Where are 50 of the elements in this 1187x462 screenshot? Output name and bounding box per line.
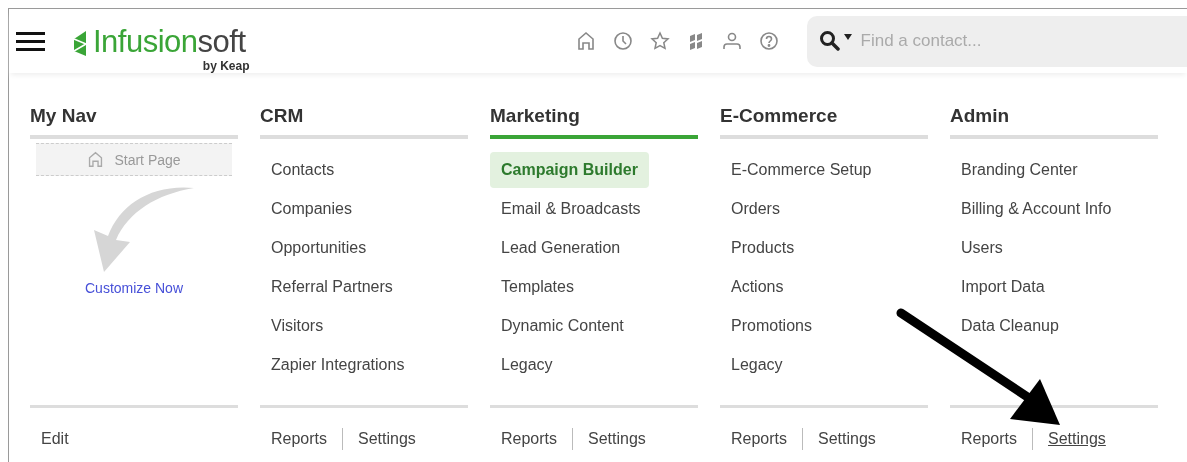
menu-item[interactable]: Orders [720,191,791,227]
search-field[interactable]: Find a contact... [856,15,1187,67]
menu-item[interactable]: Actions [720,269,795,305]
help-icon[interactable] [758,31,779,51]
footer-link[interactable]: Settings [342,428,431,450]
menu-item[interactable]: Branding Center [950,152,1089,188]
footer-link[interactable]: Edit [41,428,84,450]
menu-item[interactable]: Billing & Account Info [950,191,1123,227]
column-heading[interactable]: Admin [950,105,1158,139]
column-heading[interactable]: E-Commerce [720,105,928,139]
menu-item[interactable]: Data Cleanup [950,308,1070,344]
menu-item[interactable]: Visitors [260,308,335,344]
star-icon[interactable] [649,31,670,51]
search-menu-button[interactable] [806,15,857,67]
menu-item[interactable]: Opportunities [260,230,378,266]
menu-item[interactable]: Zapier Integrations [260,347,416,383]
footer-link[interactable]: Reports [961,428,1033,450]
column-heading[interactable]: CRM [260,105,468,139]
footer-link[interactable]: Reports [271,428,343,450]
byline: by Keap [202,58,250,73]
home-icon [87,151,105,168]
clock-icon[interactable] [612,31,633,51]
column-heading[interactable]: Marketing [490,105,698,139]
menu-item[interactable]: Products [720,230,806,266]
menu-item[interactable]: Users [950,230,1014,266]
footer-link[interactable]: Settings [802,428,891,450]
caret-icon [842,33,853,41]
menu-item[interactable]: Legacy [720,347,794,383]
menu-item[interactable]: Legacy [490,347,564,383]
menu-item[interactable]: Campaign Builder [490,152,649,188]
menu-item[interactable]: Referral Partners [260,269,404,305]
menu-item[interactable]: Promotions [720,308,823,344]
menu-item[interactable]: Contacts [260,152,346,188]
user-icon[interactable] [721,31,742,51]
customize-now-link[interactable]: Customize Now [85,280,183,296]
home-icon[interactable] [575,31,596,51]
menu-item[interactable]: Companies [260,191,363,227]
menu-item[interactable]: E-Commerce Setup [720,152,883,188]
footer-link[interactable]: Settings [572,428,661,450]
menu-item[interactable]: Templates [490,269,585,305]
menu-item[interactable]: Dynamic Content [490,308,635,344]
menu-item[interactable]: Lead Generation [490,230,632,266]
footer-link[interactable]: Reports [731,428,803,450]
menu-item[interactable]: Email & Broadcasts [490,191,652,227]
footer-link[interactable]: Reports [501,428,573,450]
menu-item[interactable]: Import Data [950,269,1056,305]
footer-link[interactable]: Settings [1032,428,1121,450]
start-page-label: Start Page [114,151,181,168]
column-heading[interactable]: My Nav [30,105,238,139]
search-icon [818,30,840,52]
